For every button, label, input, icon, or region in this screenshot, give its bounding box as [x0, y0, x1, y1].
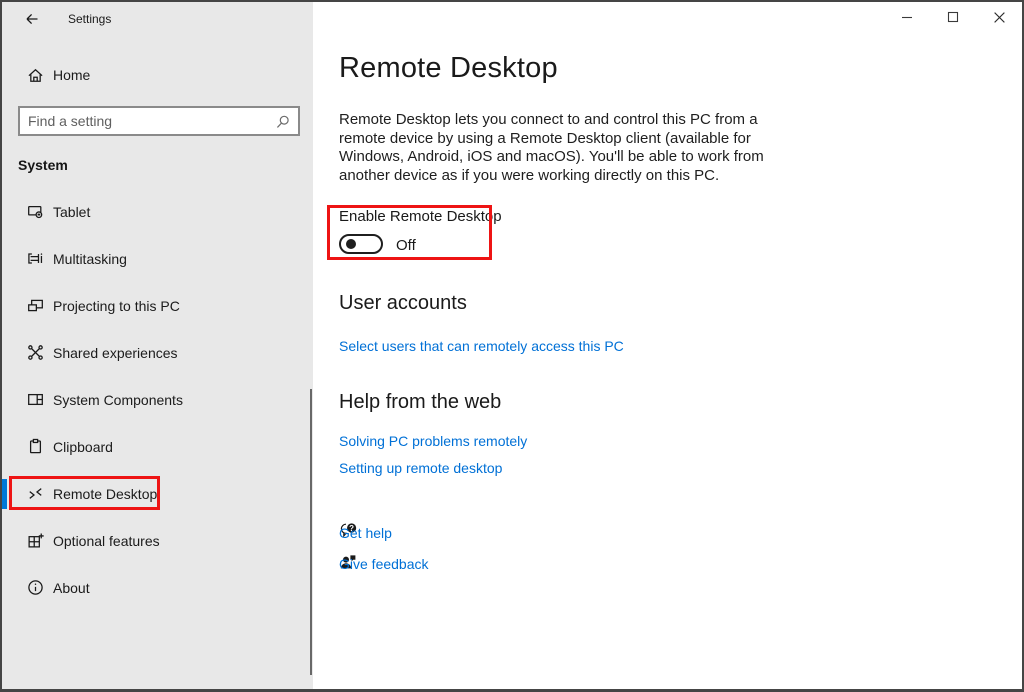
sidebar-item-label: Shared experiences — [53, 345, 178, 361]
link-setting-up-remote-desktop[interactable]: Setting up remote desktop — [339, 460, 502, 476]
tablet-icon — [27, 203, 44, 220]
sidebar-section-header: System — [18, 157, 68, 173]
sidebar-item-label: About — [53, 580, 90, 596]
remote-desktop-toggle[interactable] — [339, 234, 383, 254]
sidebar-item-label: Clipboard — [53, 439, 113, 455]
sidebar-item-system-components[interactable]: System Components — [2, 376, 313, 423]
sidebar: Settings Home System — [2, 2, 313, 689]
back-button[interactable] — [14, 6, 50, 32]
settings-window: Settings Home System — [0, 0, 1024, 692]
sidebar-item-remote-desktop[interactable]: Remote Desktop — [2, 470, 313, 517]
sidebar-item-projecting[interactable]: Projecting to this PC — [2, 282, 313, 329]
sidebar-item-label: Home — [53, 67, 90, 83]
projecting-icon — [27, 297, 44, 314]
maximize-icon — [947, 11, 959, 23]
optional-features-icon — [27, 532, 44, 549]
maximize-button[interactable] — [930, 2, 976, 32]
about-icon — [27, 579, 44, 596]
toggle-knob — [346, 239, 356, 249]
remote-desktop-icon — [27, 485, 44, 502]
selected-item-accent-bar — [2, 479, 7, 509]
back-arrow-icon — [24, 11, 40, 27]
section-heading-help-from-web: Help from the web — [339, 391, 501, 414]
sidebar-item-label: System Components — [53, 392, 183, 408]
sidebar-item-clipboard[interactable]: Clipboard — [2, 423, 313, 470]
window-controls — [884, 2, 1022, 32]
minimize-icon — [901, 11, 913, 23]
main-content: Remote Desktop Remote Desktop lets you c… — [313, 2, 1022, 689]
sidebar-item-label: Optional features — [53, 533, 160, 549]
minimize-button[interactable] — [884, 2, 930, 32]
link-select-users[interactable]: Select users that can remotely access th… — [339, 338, 624, 354]
sidebar-item-about[interactable]: About — [2, 564, 313, 611]
home-icon — [27, 67, 44, 84]
section-heading-user-accounts: User accounts — [339, 292, 467, 315]
close-icon — [993, 11, 1006, 24]
multitasking-icon — [27, 250, 44, 267]
system-components-icon — [27, 391, 44, 408]
sidebar-item-multitasking[interactable]: Multitasking — [2, 235, 313, 282]
link-give-feedback[interactable]: Give feedback — [339, 556, 429, 572]
sidebar-item-shared-experiences[interactable]: Shared experiences — [2, 329, 313, 376]
app-title: Settings — [68, 12, 111, 26]
toggle-label: Enable Remote Desktop — [339, 208, 502, 225]
sidebar-item-label: Remote Desktop — [53, 486, 157, 502]
search-icon — [275, 114, 291, 130]
sidebar-item-label: Multitasking — [53, 251, 127, 267]
link-solving-pc-problems[interactable]: Solving PC problems remotely — [339, 433, 527, 449]
sidebar-item-label: Tablet — [53, 204, 90, 220]
sidebar-item-label: Projecting to this PC — [53, 298, 180, 314]
toggle-state-label: Off — [396, 237, 416, 254]
search-box — [18, 106, 300, 136]
search-input[interactable] — [20, 108, 298, 134]
page-title: Remote Desktop — [339, 52, 558, 85]
close-button[interactable] — [976, 2, 1022, 32]
clipboard-icon — [27, 438, 44, 455]
sidebar-item-tablet[interactable]: Tablet — [2, 188, 313, 235]
sidebar-item-home[interactable]: Home — [2, 58, 313, 92]
sidebar-scrollbar[interactable] — [310, 389, 312, 675]
sidebar-item-optional-features[interactable]: Optional features — [2, 517, 313, 564]
link-get-help[interactable]: Get help — [339, 525, 392, 541]
shared-experiences-icon — [27, 344, 44, 361]
sidebar-nav-list: Tablet Multitasking — [2, 188, 313, 611]
page-description: Remote Desktop lets you connect to and c… — [339, 111, 794, 185]
